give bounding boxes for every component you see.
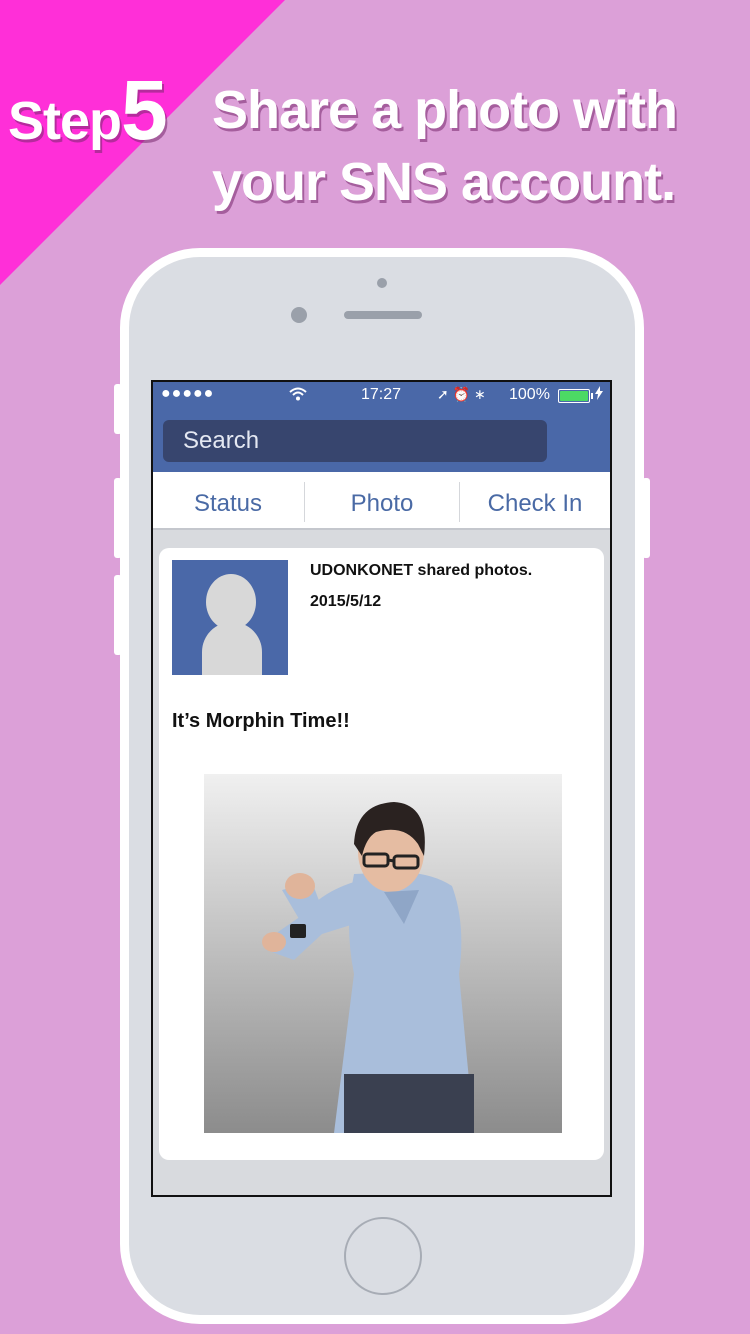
headline-line-1: Share a photo with [212, 80, 678, 140]
tab-check-in[interactable]: Check In [460, 472, 610, 528]
default-avatar-icon[interactable] [172, 560, 288, 675]
post-photo[interactable] [204, 774, 562, 1133]
step-number: 5 [121, 63, 168, 157]
bolt-icon [595, 386, 603, 403]
post-author-line[interactable]: UDONKONET shared photos. [310, 562, 532, 580]
phone-speaker [344, 311, 422, 319]
search-input[interactable]: Search [163, 420, 547, 462]
tab-photo[interactable]: Photo [305, 472, 459, 528]
headline-line-2: your SNS account. [212, 152, 676, 212]
battery-icon [558, 389, 593, 403]
step-word: Step [8, 91, 122, 151]
status-location-alarm-bluetooth-icons: ➚ ⏰ ∗ [437, 386, 486, 402]
front-camera [291, 307, 307, 323]
post-date: 2015/5/12 [310, 593, 382, 610]
post-text: It’s Morphin Time!! [172, 710, 350, 732]
headline: Share a photo with your SNS account. [212, 74, 732, 218]
action-tabs: Status Photo Check In [153, 472, 610, 530]
signal-strength-icon: ●●●●● [161, 385, 215, 402]
app-header: ●●●●● 17:27 ➚ ⏰ ∗ 100% Search [153, 382, 610, 472]
phone-sensor [377, 278, 387, 288]
battery-percent: 100% [509, 386, 550, 403]
step-label: Step5 [8, 62, 168, 159]
status-bar: ●●●●● 17:27 ➚ ⏰ ∗ 100% [153, 382, 610, 408]
home-button[interactable] [344, 1217, 422, 1295]
tab-status[interactable]: Status [153, 472, 303, 528]
status-time: 17:27 [361, 386, 402, 403]
phone-screen: ●●●●● 17:27 ➚ ⏰ ∗ 100% Search Status Pho… [151, 380, 612, 1197]
feed-post-card: UDONKONET shared photos. 2015/5/12 It’s … [159, 548, 604, 1160]
wifi-icon [289, 387, 307, 406]
